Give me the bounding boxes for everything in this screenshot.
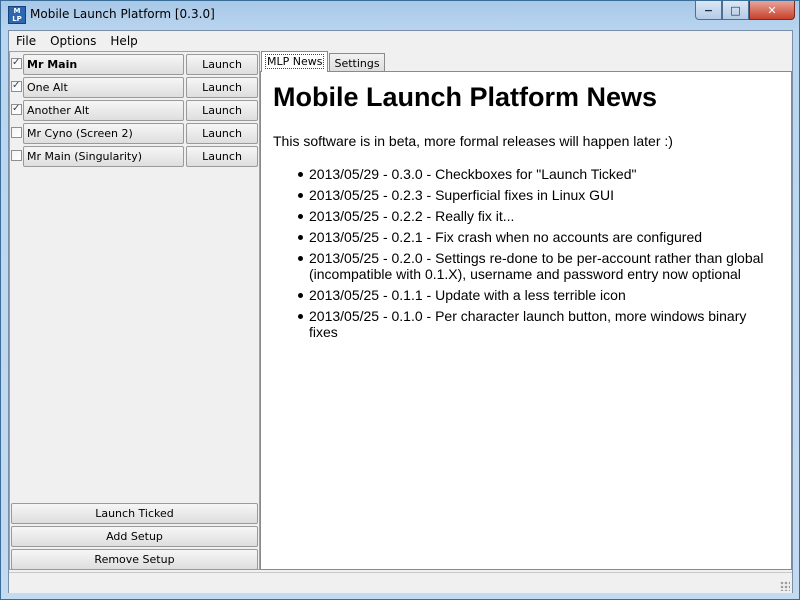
launch-button[interactable]: Launch <box>186 54 258 75</box>
menu-bar: File Options Help <box>9 31 792 51</box>
close-button[interactable]: ✕ <box>749 1 795 20</box>
menu-options[interactable]: Options <box>43 31 103 51</box>
news-intro: This software is in beta, more formal re… <box>273 133 673 149</box>
launch-button[interactable]: Launch <box>186 146 258 167</box>
news-item: 2013/05/25 - 0.2.3 - Superficial fixes i… <box>298 187 779 203</box>
accounts-panel: Mr Main Launch One Alt Launch Another Al… <box>9 51 260 570</box>
news-item: 2013/05/25 - 0.1.1 - Update with a less … <box>298 287 779 303</box>
tab-label: MLP News <box>264 54 325 69</box>
tab-settings[interactable]: Settings <box>329 53 385 72</box>
news-list: 2013/05/29 - 0.3.0 - Checkboxes for "Lau… <box>298 166 779 345</box>
remove-setup-button[interactable]: Remove Setup <box>11 549 258 570</box>
account-name-button[interactable]: Another Alt <box>23 100 184 121</box>
add-setup-button[interactable]: Add Setup <box>11 526 258 547</box>
account-row: Mr Main (Singularity) Launch <box>10 146 259 167</box>
launch-button[interactable]: Launch <box>186 123 258 144</box>
tab-label: Settings <box>334 57 380 70</box>
account-row: Another Alt Launch <box>10 100 259 121</box>
tab-mlp-news[interactable]: MLP News <box>261 51 329 72</box>
tab-bar: MLP News Settings <box>261 51 386 72</box>
account-name-button[interactable]: Mr Main <box>23 54 184 75</box>
window-title: Mobile Launch Platform [0.3.0] <box>30 7 215 21</box>
title-bar[interactable]: M LP Mobile Launch Platform [0.3.0] − □ ✕ <box>1 1 799 29</box>
account-checkbox[interactable] <box>11 104 22 115</box>
minimize-button[interactable]: − <box>695 1 722 20</box>
news-item: 2013/05/25 - 0.1.0 - Per character launc… <box>298 308 779 340</box>
launch-button[interactable]: Launch <box>186 100 258 121</box>
account-row: Mr Cyno (Screen 2) Launch <box>10 123 259 144</box>
status-bar <box>9 572 792 593</box>
window-controls: − □ ✕ <box>695 1 795 21</box>
account-checkbox[interactable] <box>11 127 22 138</box>
account-checkbox[interactable] <box>11 81 22 92</box>
account-checkbox[interactable] <box>11 58 22 69</box>
news-title: Mobile Launch Platform News <box>273 82 658 112</box>
right-panel: MLP News Settings Mobile Launch Platform… <box>260 51 792 570</box>
news-item: 2013/05/25 - 0.2.0 - Settings re-done to… <box>298 250 779 282</box>
main-window: M LP Mobile Launch Platform [0.3.0] − □ ✕… <box>0 0 800 600</box>
resize-grip-icon[interactable] <box>780 581 790 591</box>
account-name-button[interactable]: One Alt <box>23 77 184 98</box>
menu-file[interactable]: File <box>9 31 43 51</box>
mlp-app-icon[interactable]: M LP <box>8 6 26 24</box>
minimize-icon: − <box>703 3 714 17</box>
client-area: File Options Help Mr Main Launch One Alt… <box>8 30 793 593</box>
account-checkbox[interactable] <box>11 150 22 161</box>
account-row: Mr Main Launch <box>10 54 259 75</box>
news-item: 2013/05/25 - 0.2.1 - Fix crash when no a… <box>298 229 779 245</box>
close-icon: ✕ <box>767 3 777 17</box>
account-row: One Alt Launch <box>10 77 259 98</box>
launch-ticked-button[interactable]: Launch Ticked <box>11 503 258 524</box>
account-name-button[interactable]: Mr Cyno (Screen 2) <box>23 123 184 144</box>
news-content: Mobile Launch Platform News This softwar… <box>260 71 792 570</box>
menu-help[interactable]: Help <box>103 31 144 51</box>
maximize-icon: □ <box>730 3 741 17</box>
news-item: 2013/05/29 - 0.3.0 - Checkboxes for "Lau… <box>298 166 779 182</box>
account-name-button[interactable]: Mr Main (Singularity) <box>23 146 184 167</box>
launch-button[interactable]: Launch <box>186 77 258 98</box>
maximize-button[interactable]: □ <box>722 1 749 20</box>
news-item: 2013/05/25 - 0.2.2 - Really fix it... <box>298 208 779 224</box>
